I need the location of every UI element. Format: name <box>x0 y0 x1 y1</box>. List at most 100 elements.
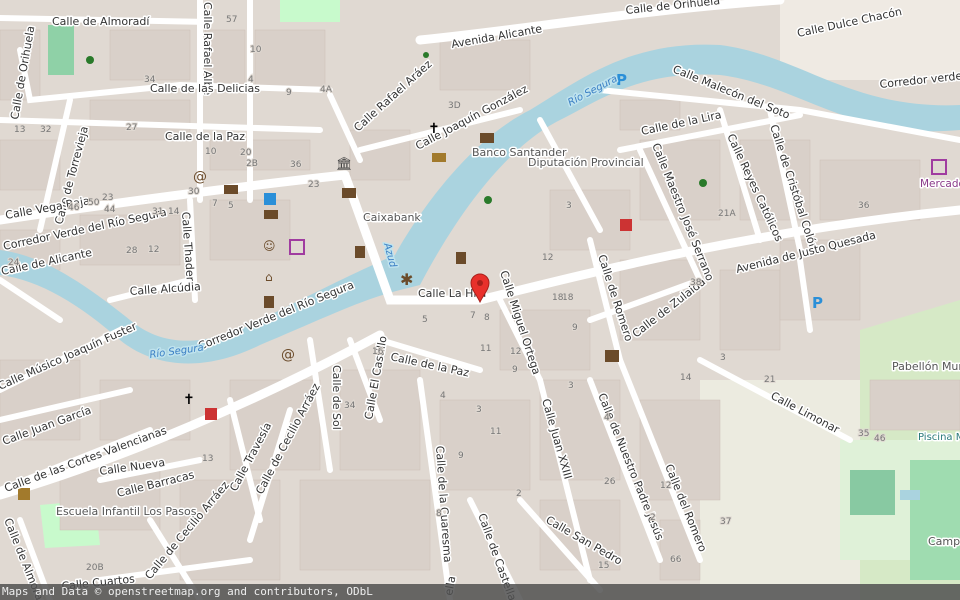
townhall-icon: 🏛 <box>336 156 353 172</box>
house-number: 37 <box>720 517 731 527</box>
house-number: 14 <box>168 207 180 217</box>
house-number: 3 <box>566 201 572 211</box>
street-label: Calle de Sol <box>330 365 343 430</box>
house-number: 11 <box>490 427 501 437</box>
house-number: 9 <box>512 365 518 375</box>
house-number: 10 <box>205 147 217 157</box>
house-number: 3 <box>476 405 482 415</box>
house-number: 4 <box>604 413 610 423</box>
bank-icon <box>224 185 238 194</box>
pool-area <box>850 470 895 515</box>
house-number: 32 <box>40 125 51 135</box>
house-number: 50 <box>88 198 100 208</box>
house-number: 16 <box>372 347 384 357</box>
house-number: 30 <box>188 187 200 197</box>
house-number: 36 <box>858 201 870 211</box>
monument-icon <box>355 246 365 258</box>
house-number: 23 <box>102 193 113 203</box>
house-number: 35 <box>858 429 869 439</box>
house-number: 21A <box>718 209 736 219</box>
house-number: 9 <box>458 451 464 461</box>
post-office-icon <box>432 153 446 162</box>
house-number: 26 <box>604 477 616 487</box>
parking-icon: P <box>812 294 823 312</box>
house-number: 23 <box>308 180 319 190</box>
house-number: 44 <box>104 205 116 215</box>
poi-label: Caixabank <box>363 211 421 224</box>
house-number: 24 <box>8 258 20 268</box>
street-label: Calle de la Paz <box>165 130 245 143</box>
viewpoint-icon: ✱ <box>400 270 413 289</box>
internet-cafe-icon: @ <box>193 169 207 185</box>
bank-icon <box>480 133 494 143</box>
house-number: 11 <box>480 344 491 354</box>
playground-icon <box>484 196 492 204</box>
house-number: 20B <box>86 563 104 573</box>
internet-cafe-icon: @ <box>281 347 295 363</box>
house-number: 57 <box>226 15 237 25</box>
football-pitch <box>910 460 960 580</box>
house-number: 66 <box>670 555 682 565</box>
house-number: 2B <box>246 159 258 169</box>
house-number: 15 <box>598 561 609 571</box>
house-number: 9 <box>572 323 578 333</box>
library-icon <box>605 350 619 362</box>
house-number: 18 <box>552 293 564 303</box>
house-number: 46 <box>874 434 886 444</box>
house-number: 13 <box>14 125 25 135</box>
bank-icon <box>342 188 356 198</box>
poi-label: Escuela Infantil Los Pasos <box>56 505 197 518</box>
bank-icon <box>264 210 278 219</box>
street-label: Calle de Almoradí <box>52 15 150 28</box>
house-number: 31 <box>152 207 163 217</box>
house-number: 2 <box>650 513 656 523</box>
poi-label: Campo de Fútbol Municipal <box>928 535 960 548</box>
map-attribution: Maps and Data © openstreetmap.org and co… <box>0 584 960 600</box>
house-number: 12 <box>148 245 159 255</box>
playground-icon <box>423 52 429 58</box>
house-number: 3 <box>568 381 574 391</box>
house-number: 34 <box>344 401 356 411</box>
house-number: 10 <box>250 45 262 55</box>
church-icon: ✝ <box>183 392 195 408</box>
pitch-top-left <box>48 25 74 75</box>
theatre-icon: ☺ <box>263 239 276 253</box>
house-number: 12 <box>510 347 521 357</box>
house-number: 27 <box>126 123 137 133</box>
house-number: 3D <box>448 101 461 111</box>
house-number: 12 <box>542 253 553 263</box>
house-number: 2 <box>516 489 522 499</box>
house-number: 46 <box>68 203 80 213</box>
cinema-icon: ⌂ <box>265 270 273 284</box>
house-number: 7 <box>470 311 476 321</box>
house-number: 9 <box>286 88 292 98</box>
house-number: 20 <box>240 148 252 158</box>
house-number: 4 <box>440 391 446 401</box>
playground-icon <box>86 56 94 64</box>
map-canvas[interactable]: P P ✝ ✝ @ @ 🏛 ✱ ☺ ⌂ Calle de Almoradí Ca… <box>0 0 960 600</box>
house-number: 14 <box>680 373 692 383</box>
playground-icon <box>699 179 707 187</box>
house-number: 36 <box>290 160 302 170</box>
house-number: 4 <box>248 75 254 85</box>
poi-label: Pabellón Municipal de Deportes de Rojale… <box>892 360 960 373</box>
house-number: 13 <box>202 454 213 464</box>
house-number: 12 <box>660 481 671 491</box>
monument-icon <box>264 296 274 308</box>
house-number: 18 <box>562 293 574 303</box>
house-number: 7 <box>212 199 218 209</box>
pharmacy-icon <box>205 408 217 420</box>
pool-water <box>900 490 920 500</box>
house-number: 8 <box>436 509 442 519</box>
pharmacy-icon <box>620 219 632 231</box>
street-label: Calle de las Delicias <box>150 82 260 95</box>
poi-label: Mercado Municipal de Rojales <box>920 178 960 190</box>
bus-stop-icon <box>264 193 276 205</box>
house-number: 8 <box>484 313 490 323</box>
house-number: 3 <box>720 353 726 363</box>
house-number: 38 <box>690 278 702 288</box>
poi-label: Piscina Municipal de Rojales <box>918 432 960 443</box>
house-number: 28 <box>126 246 138 256</box>
house-number: 5 <box>228 201 234 211</box>
house-number: 34 <box>144 75 156 85</box>
